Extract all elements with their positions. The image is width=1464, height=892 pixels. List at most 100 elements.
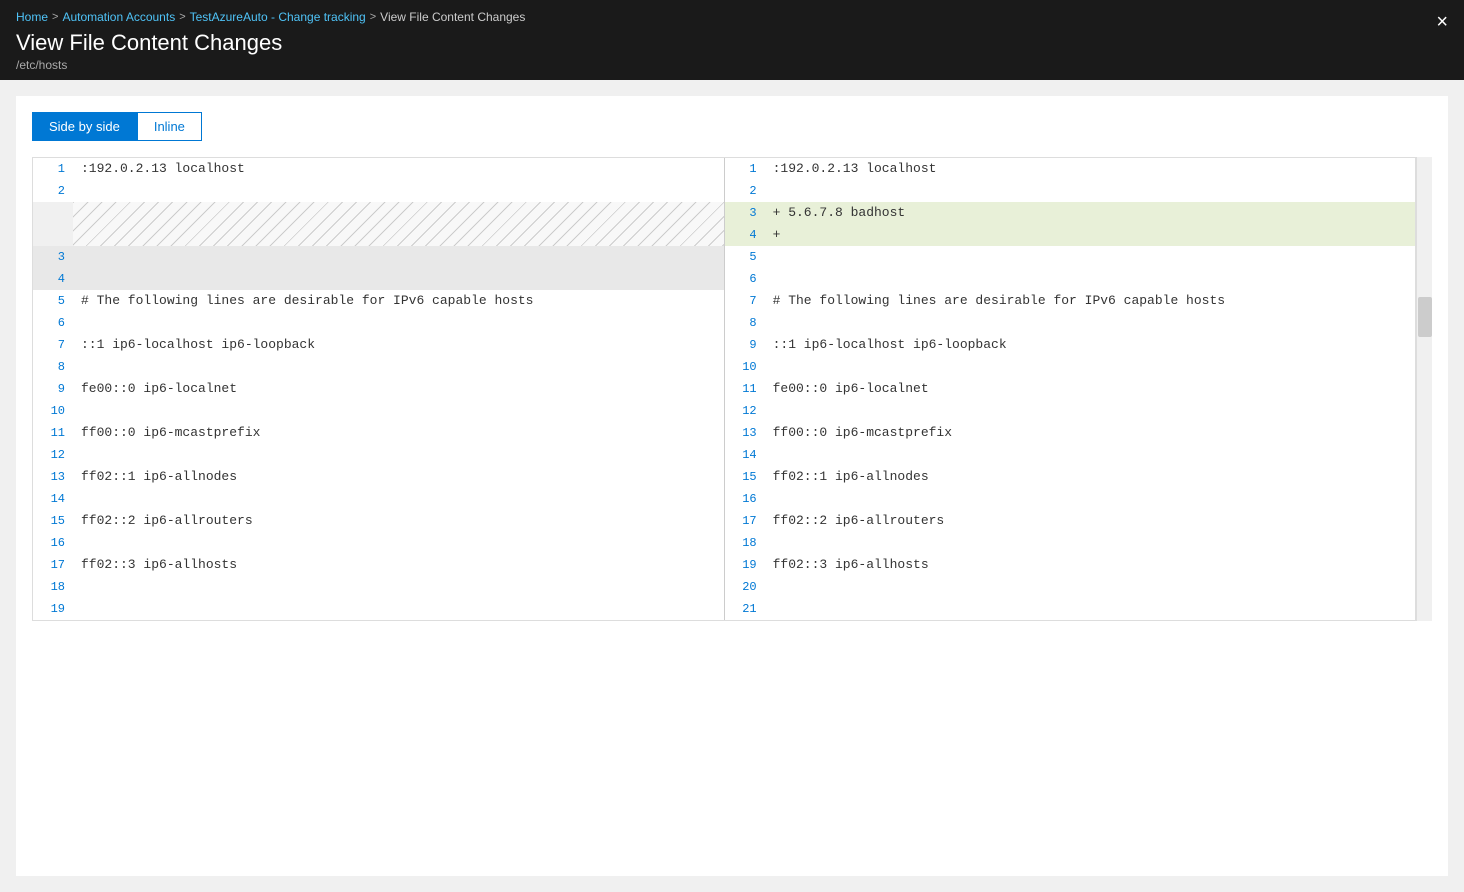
table-row: 21: [725, 598, 1416, 620]
line-number: 9: [725, 334, 765, 356]
line-content: [765, 488, 1416, 510]
line-number: 16: [33, 532, 73, 554]
table-row: 5: [725, 246, 1416, 268]
line-content: [765, 268, 1416, 290]
table-row: 8: [725, 312, 1416, 334]
table-row: 9::1 ip6-localhost ip6-loopback: [725, 334, 1416, 356]
breadcrumb-sep-1: >: [52, 11, 58, 23]
line-number: 2: [33, 180, 73, 202]
line-number: 3: [725, 202, 765, 224]
line-number: 5: [33, 290, 73, 312]
line-number: 15: [725, 466, 765, 488]
line-number: 19: [33, 598, 73, 620]
breadcrumb-sep-2: >: [179, 11, 185, 23]
table-row: 7::1 ip6-localhost ip6-loopback: [33, 334, 724, 356]
line-content: ::1 ip6-localhost ip6-loopback: [73, 334, 724, 356]
scrollbar-thumb[interactable]: [1418, 297, 1432, 337]
table-row: 12: [725, 400, 1416, 422]
line-number: 4: [33, 268, 73, 290]
line-number: 6: [33, 312, 73, 334]
table-row: 15ff02::1 ip6-allnodes: [725, 466, 1416, 488]
line-number: 18: [725, 532, 765, 554]
line-content: [73, 400, 724, 422]
table-row: 7# The following lines are desirable for…: [725, 290, 1416, 312]
line-number: 17: [725, 510, 765, 532]
line-content: [73, 268, 724, 290]
page-subtitle: /etc/hosts: [16, 58, 1448, 72]
line-content: +: [765, 224, 1416, 246]
table-row: 14: [33, 488, 724, 510]
line-number: 12: [33, 444, 73, 466]
line-number: 19: [725, 554, 765, 576]
table-row: 18: [33, 576, 724, 598]
table-row: 15ff02::2 ip6-allrouters: [33, 510, 724, 532]
line-number: 4: [725, 224, 765, 246]
line-content: ff02::2 ip6-allrouters: [765, 510, 1416, 532]
line-number: 6: [725, 268, 765, 290]
line-content: ff02::1 ip6-allnodes: [73, 466, 724, 488]
line-content: [765, 576, 1416, 598]
diff-wrapper: 1:192.0.2.13 localhost2345# The followin…: [32, 157, 1432, 621]
breadcrumb: Home > Automation Accounts > TestAzureAu…: [16, 10, 1448, 24]
table-row: 11ff00::0 ip6-mcastprefix: [33, 422, 724, 444]
line-content: + 5.6.7.8 badhost: [765, 202, 1416, 224]
line-content: [73, 180, 724, 202]
line-number: 9: [33, 378, 73, 400]
table-row: 10: [725, 356, 1416, 378]
close-button[interactable]: ×: [1436, 12, 1448, 32]
table-row: 3+ 5.6.7.8 badhost: [725, 202, 1416, 224]
tab-side-by-side[interactable]: Side by side: [32, 112, 137, 141]
table-row: 13ff02::1 ip6-allnodes: [33, 466, 724, 488]
line-content: fe00::0 ip6-localnet: [73, 378, 724, 400]
line-number: 17: [33, 554, 73, 576]
line-number: 18: [33, 576, 73, 598]
line-content: [73, 246, 724, 268]
table-row: 12: [33, 444, 724, 466]
line-number: 3: [33, 246, 73, 268]
line-number: 15: [33, 510, 73, 532]
line-content: [765, 180, 1416, 202]
breadcrumb-automation[interactable]: Automation Accounts: [62, 10, 175, 24]
line-content: [73, 312, 724, 334]
line-content: ff00::0 ip6-mcastprefix: [73, 422, 724, 444]
line-number: 13: [33, 466, 73, 488]
line-content: ::1 ip6-localhost ip6-loopback: [765, 334, 1416, 356]
line-number: 7: [725, 290, 765, 312]
title-bar: Home > Automation Accounts > TestAzureAu…: [0, 0, 1464, 80]
breadcrumb-home[interactable]: Home: [16, 10, 48, 24]
diff-hatch: [73, 202, 724, 246]
table-row: 17ff02::2 ip6-allrouters: [725, 510, 1416, 532]
table-row: 10: [33, 400, 724, 422]
line-number: 5: [725, 246, 765, 268]
line-content: fe00::0 ip6-localnet: [765, 378, 1416, 400]
table-row: 17ff02::3 ip6-allhosts: [33, 554, 724, 576]
line-content: ff02::3 ip6-allhosts: [765, 554, 1416, 576]
line-content: ff02::1 ip6-allnodes: [765, 466, 1416, 488]
table-row: 8: [33, 356, 724, 378]
tab-inline[interactable]: Inline: [137, 112, 202, 141]
page-title: View File Content Changes: [16, 30, 1448, 56]
table-row: 16: [725, 488, 1416, 510]
line-number: 8: [725, 312, 765, 334]
line-number: 14: [725, 444, 765, 466]
line-content: [73, 576, 724, 598]
line-content: [73, 532, 724, 554]
table-row: 2: [725, 180, 1416, 202]
line-content: [73, 356, 724, 378]
line-number: 2: [725, 180, 765, 202]
line-number: 12: [725, 400, 765, 422]
scrollbar[interactable]: [1416, 157, 1432, 621]
line-content: [765, 532, 1416, 554]
line-number: 7: [33, 334, 73, 356]
table-row: 6: [33, 312, 724, 334]
breadcrumb-current: View File Content Changes: [380, 10, 525, 24]
table-row: 2: [33, 180, 724, 202]
table-row: 16: [33, 532, 724, 554]
line-number: 11: [33, 422, 73, 444]
line-number: 16: [725, 488, 765, 510]
breadcrumb-tracking[interactable]: TestAzureAuto - Change tracking: [190, 10, 366, 24]
table-row: 4+: [725, 224, 1416, 246]
line-number: 21: [725, 598, 765, 620]
table-row: 6: [725, 268, 1416, 290]
line-content: ff02::3 ip6-allhosts: [73, 554, 724, 576]
